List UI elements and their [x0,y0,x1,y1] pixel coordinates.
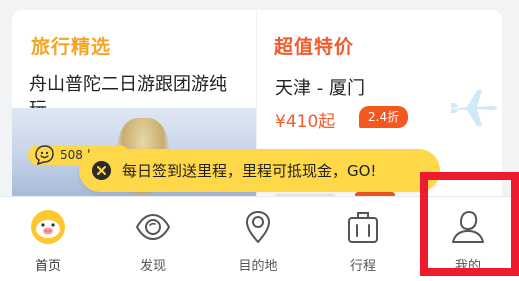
signin-promo-toast[interactable]: 每日签到送里程，里程可抵现金，GO! [79,149,440,192]
flight-route: 天津 - 厦门 [275,78,365,99]
flight-price: ¥410起 [275,112,336,132]
tab-itinerary[interactable]: 行程 [328,197,398,281]
suitcase-icon [348,212,378,243]
tab-home-label: 首页 [34,259,61,274]
close-icon[interactable] [92,161,111,180]
pig-logo-icon [31,210,65,244]
highlight-annotation-box [420,172,519,276]
smile-face-icon [35,145,54,166]
travel-picks-title: 旅行精选 [31,36,112,58]
tab-destination-label: 目的地 [238,259,278,274]
tab-destination[interactable]: 目的地 [223,197,293,281]
eye-icon [135,213,171,241]
special-deals-title: 超值特价 [274,36,355,58]
airplane-icon [451,90,497,126]
tab-itinerary-label: 行程 [349,259,376,274]
tab-home[interactable]: 首页 [13,197,83,281]
discount-badge: 2.4折 [359,106,409,128]
location-pin-icon [245,210,271,244]
tab-discover[interactable]: 发现 [118,197,188,281]
toast-message: 每日签到送里程，里程可抵现金，GO! [122,162,377,180]
tab-discover-label: 发现 [139,259,166,274]
